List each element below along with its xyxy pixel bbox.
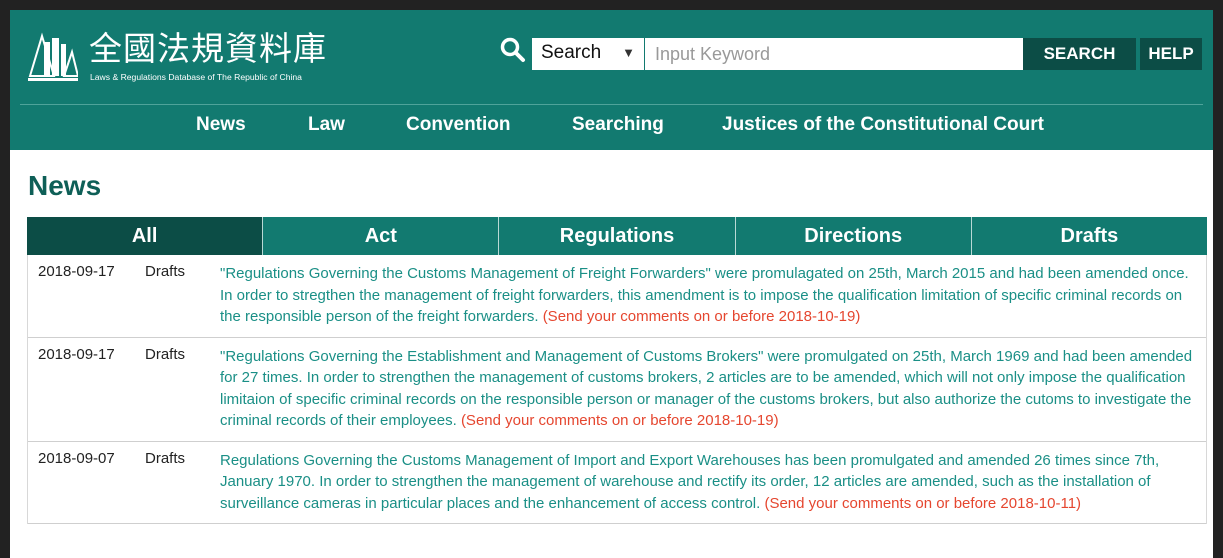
news-link[interactable]: Regulations Governing the Customs Manage…	[220, 450, 1206, 515]
tab-all[interactable]: All	[27, 217, 263, 255]
news-category: Drafts	[145, 263, 186, 280]
site-title[interactable]: 全國法規資料庫	[89, 22, 327, 70]
nav-item-justices[interactable]: Justices of the Constitutional Court	[722, 114, 1044, 136]
nav-item-searching[interactable]: Searching	[572, 114, 664, 136]
search-type-label: Search	[541, 42, 602, 63]
search-input[interactable]	[645, 38, 1023, 70]
tab-directions[interactable]: Directions	[734, 217, 971, 255]
news-tabs: All Act Regulations Directions Drafts	[27, 217, 1208, 255]
news-category: Drafts	[145, 449, 186, 467]
news-date: 2018-09-17	[38, 345, 115, 363]
search-icon	[500, 37, 525, 62]
page-title: News	[28, 170, 102, 201]
news-link[interactable]: "Regulations Governing the Customs Manag…	[220, 263, 1206, 328]
caret-down-icon: ▼	[622, 45, 635, 60]
logo-icon[interactable]	[28, 32, 78, 84]
news-link[interactable]: "Regulations Governing the Establishment…	[220, 346, 1206, 432]
news-date: 2018-09-17	[38, 263, 115, 280]
site-subtitle: Laws & Regulations Database of The Repub…	[90, 72, 302, 82]
main-nav: News Law Convention Searching Justices o…	[10, 114, 1213, 140]
news-date: 2018-09-07	[38, 449, 115, 467]
news-comment-deadline: (Send your comments on or before 2018-10…	[764, 494, 1082, 512]
news-comment-deadline: (Send your comments on or before 2018-10…	[460, 412, 779, 429]
news-category: Drafts	[145, 345, 186, 363]
search-button[interactable]: SEARCH	[1023, 38, 1136, 70]
tab-drafts[interactable]: Drafts	[970, 217, 1208, 255]
news-list: 2018-09-17 Drafts "Regulations Governing…	[27, 255, 1207, 524]
news-comment-deadline: (Send your comments on or before 2018-10…	[542, 308, 861, 325]
site-header: 全國法規資料庫 Laws & Regulations Database of T…	[10, 10, 1213, 150]
news-row: 2018-09-17 Drafts "Regulations Governing…	[28, 255, 1206, 338]
search-type-select[interactable]: Search ▼	[532, 38, 644, 70]
header-divider	[20, 104, 1203, 105]
news-row: 2018-09-17 Drafts "Regulations Governing…	[28, 338, 1206, 442]
nav-item-law[interactable]: Law	[308, 114, 345, 136]
tab-regulations[interactable]: Regulations	[498, 217, 735, 255]
tab-act[interactable]: Act	[262, 217, 499, 255]
nav-item-news[interactable]: News	[196, 114, 246, 136]
help-button[interactable]: HELP	[1140, 38, 1202, 70]
page-frame: 全國法規資料庫 Laws & Regulations Database of T…	[0, 0, 1223, 558]
nav-item-convention[interactable]: Convention	[406, 114, 511, 136]
news-row: 2018-09-07 Drafts Regulations Governing …	[28, 442, 1206, 524]
